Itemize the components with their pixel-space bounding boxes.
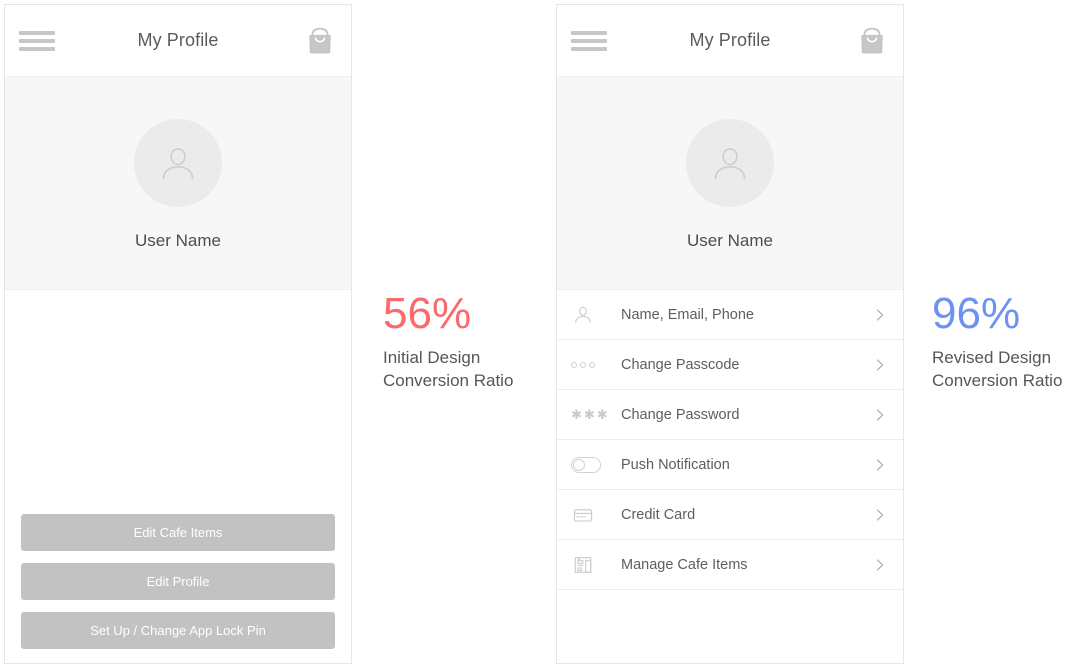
caption-revised-design: 96% Revised Design Conversion Ratio bbox=[932, 288, 1076, 392]
edit-profile-button[interactable]: Edit Profile bbox=[21, 563, 335, 600]
list-item-label: Change Passcode bbox=[621, 356, 740, 373]
caption-line-2: Conversion Ratio bbox=[383, 371, 514, 390]
caption-line-2: Conversion Ratio bbox=[932, 371, 1063, 390]
password-asterisks-icon: ✱✱✱ bbox=[571, 401, 609, 429]
list-item-label: Push Notification bbox=[621, 456, 730, 473]
chevron-right-icon bbox=[873, 508, 887, 522]
user-avatar-icon bbox=[714, 148, 746, 180]
person-icon bbox=[571, 301, 609, 329]
user-avatar-icon bbox=[162, 148, 194, 180]
conversion-percent-revised: 96% bbox=[932, 289, 1021, 338]
caption-text-initial: Initial Design Conversion Ratio bbox=[383, 346, 543, 392]
passcode-dot bbox=[589, 361, 595, 368]
chevron-right-icon bbox=[873, 458, 887, 472]
caption-text-revised: Revised Design Conversion Ratio bbox=[932, 346, 1076, 392]
hamburger-bar bbox=[19, 38, 55, 43]
hamburger-bar bbox=[571, 38, 607, 43]
avatar bbox=[686, 119, 774, 207]
chevron-right-icon bbox=[873, 358, 887, 372]
passcode-dots bbox=[571, 361, 595, 368]
credit-card-icon bbox=[571, 501, 609, 529]
list-item-label: Change Password bbox=[621, 406, 740, 423]
toggle-knob bbox=[573, 458, 585, 471]
list-item-credit-card[interactable]: Credit Card bbox=[557, 490, 903, 540]
caption-initial-design: 56% Initial Design Conversion Ratio bbox=[383, 288, 543, 392]
comparison-stage: My Profile User Name Edit Cafe Items Edi… bbox=[0, 0, 1076, 672]
list-item-manage-cafe-items[interactable]: Manage Cafe Items bbox=[557, 540, 903, 590]
list-item-label: Credit Card bbox=[621, 506, 696, 523]
chevron-right-icon bbox=[873, 408, 887, 422]
hamburger-bar bbox=[571, 30, 607, 35]
settings-list: Name, Email, Phone Change Passcode ✱✱✱ C… bbox=[557, 290, 903, 660]
conversion-percent-initial: 56% bbox=[383, 289, 472, 338]
hamburger-bar bbox=[19, 30, 55, 35]
passcode-dots-icon bbox=[571, 351, 609, 379]
list-item-label: Name, Email, Phone bbox=[621, 306, 754, 323]
toggle-track bbox=[571, 456, 601, 473]
toggle-switch-icon bbox=[571, 451, 609, 479]
list-item-label: Manage Cafe Items bbox=[621, 556, 748, 573]
coffee-machine-icon bbox=[571, 551, 609, 579]
list-item-change-password[interactable]: ✱✱✱ Change Password bbox=[557, 390, 903, 440]
profile-actions-area: Edit Cafe Items Edit Profile Set Up / Ch… bbox=[5, 290, 351, 663]
passcode-dot bbox=[580, 361, 586, 368]
chevron-right-icon bbox=[873, 308, 887, 322]
phone-screen-revised-design: My Profile User Name Name, Email, Phone … bbox=[556, 4, 904, 664]
list-item-push-notification[interactable]: Push Notification bbox=[557, 440, 903, 490]
hamburger-bar bbox=[19, 46, 55, 51]
shopping-bag-icon[interactable] bbox=[855, 24, 889, 58]
page-title: My Profile bbox=[137, 30, 219, 50]
avatar bbox=[134, 119, 222, 207]
passcode-dot bbox=[571, 361, 577, 368]
shopping-bag-icon[interactable] bbox=[303, 24, 337, 58]
edit-cafe-items-button[interactable]: Edit Cafe Items bbox=[21, 514, 335, 551]
app-bar: My Profile bbox=[557, 5, 903, 77]
chevron-right-icon bbox=[873, 558, 887, 572]
list-item-name-email-phone[interactable]: Name, Email, Phone bbox=[557, 290, 903, 340]
app-bar: My Profile bbox=[5, 5, 351, 77]
password-asterisks: ✱✱✱ bbox=[571, 407, 610, 422]
profile-hero: User Name bbox=[557, 77, 903, 290]
user-name: User Name bbox=[687, 231, 773, 250]
user-name: User Name bbox=[135, 231, 221, 250]
list-empty-tail bbox=[557, 590, 903, 660]
action-button-stack: Edit Cafe Items Edit Profile Set Up / Ch… bbox=[5, 514, 351, 649]
phone-screen-initial-design: My Profile User Name Edit Cafe Items Edi… bbox=[4, 4, 352, 664]
hamburger-icon[interactable] bbox=[571, 28, 607, 54]
caption-line-1: Initial Design bbox=[383, 348, 481, 367]
hamburger-icon[interactable] bbox=[19, 28, 55, 54]
app-lock-pin-button[interactable]: Set Up / Change App Lock Pin bbox=[21, 612, 335, 649]
caption-line-1: Revised Design bbox=[932, 348, 1052, 367]
profile-hero: User Name bbox=[5, 77, 351, 290]
page-title: My Profile bbox=[689, 30, 771, 50]
hamburger-bar bbox=[571, 46, 607, 51]
list-item-change-passcode[interactable]: Change Passcode bbox=[557, 340, 903, 390]
